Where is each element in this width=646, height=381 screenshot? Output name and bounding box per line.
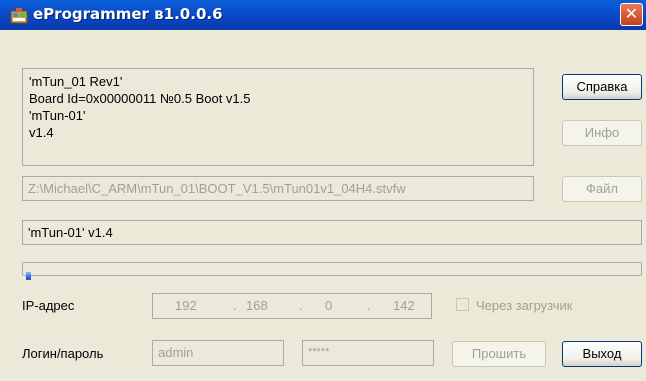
password-field[interactable]: ***** bbox=[302, 340, 434, 366]
device-info-line: v1.4 bbox=[29, 125, 54, 140]
device-info-line: 'mTun-01' bbox=[29, 108, 86, 123]
eprogrammer-window: eProgrammer в1.0.0.6 ✕ 'mTun_01 Rev1' Bo… bbox=[0, 0, 646, 381]
close-icon: ✕ bbox=[624, 4, 639, 23]
ip-octet-1[interactable]: 192 bbox=[175, 298, 197, 313]
info-button[interactable]: Инфо bbox=[562, 120, 642, 146]
device-info-line: 'mTun_01 Rev1' bbox=[29, 74, 123, 89]
ip-octet-4[interactable]: 142 bbox=[393, 298, 415, 313]
firmware-file-path[interactable]: Z:\Michael\C_ARM\mTun_01\BOOT_V1.5\mTun0… bbox=[22, 176, 534, 201]
file-button[interactable]: Файл bbox=[562, 176, 642, 202]
firmware-info-field: 'mTun-01' v1.4 bbox=[22, 220, 642, 245]
username-field[interactable]: admin bbox=[152, 340, 284, 366]
login-label: Логин/пароль bbox=[22, 346, 104, 361]
ip-octet-3[interactable]: 0 bbox=[325, 298, 332, 313]
bootloader-checkbox[interactable] bbox=[456, 298, 469, 311]
progress-block bbox=[26, 272, 31, 280]
exit-button[interactable]: Выход bbox=[562, 341, 642, 367]
title-bar[interactable]: eProgrammer в1.0.0.6 ✕ bbox=[0, 0, 646, 30]
close-button[interactable]: ✕ bbox=[620, 3, 643, 26]
ip-separator: . bbox=[367, 298, 371, 313]
flash-button[interactable]: Прошить bbox=[452, 341, 546, 367]
help-button[interactable]: Справка bbox=[562, 74, 642, 100]
ip-separator: . bbox=[233, 298, 237, 313]
bootloader-checkbox-label[interactable]: Через загрузчик bbox=[476, 298, 572, 313]
ip-address-input[interactable]: 192 . 168 . 0 . 142 bbox=[152, 293, 432, 319]
ip-octet-2[interactable]: 168 bbox=[246, 298, 268, 313]
window-title: eProgrammer в1.0.0.6 bbox=[33, 5, 223, 23]
progress-bar bbox=[22, 262, 642, 280]
device-info-box: 'mTun_01 Rev1' Board Id=0x00000011 №0.5 … bbox=[22, 68, 534, 166]
progress-fill bbox=[26, 265, 33, 280]
ip-separator: . bbox=[299, 298, 303, 313]
device-info-line: Board Id=0x00000011 №0.5 Boot v1.5 bbox=[29, 91, 251, 106]
app-icon bbox=[10, 8, 28, 24]
ip-label: IP-адрес bbox=[22, 298, 75, 313]
